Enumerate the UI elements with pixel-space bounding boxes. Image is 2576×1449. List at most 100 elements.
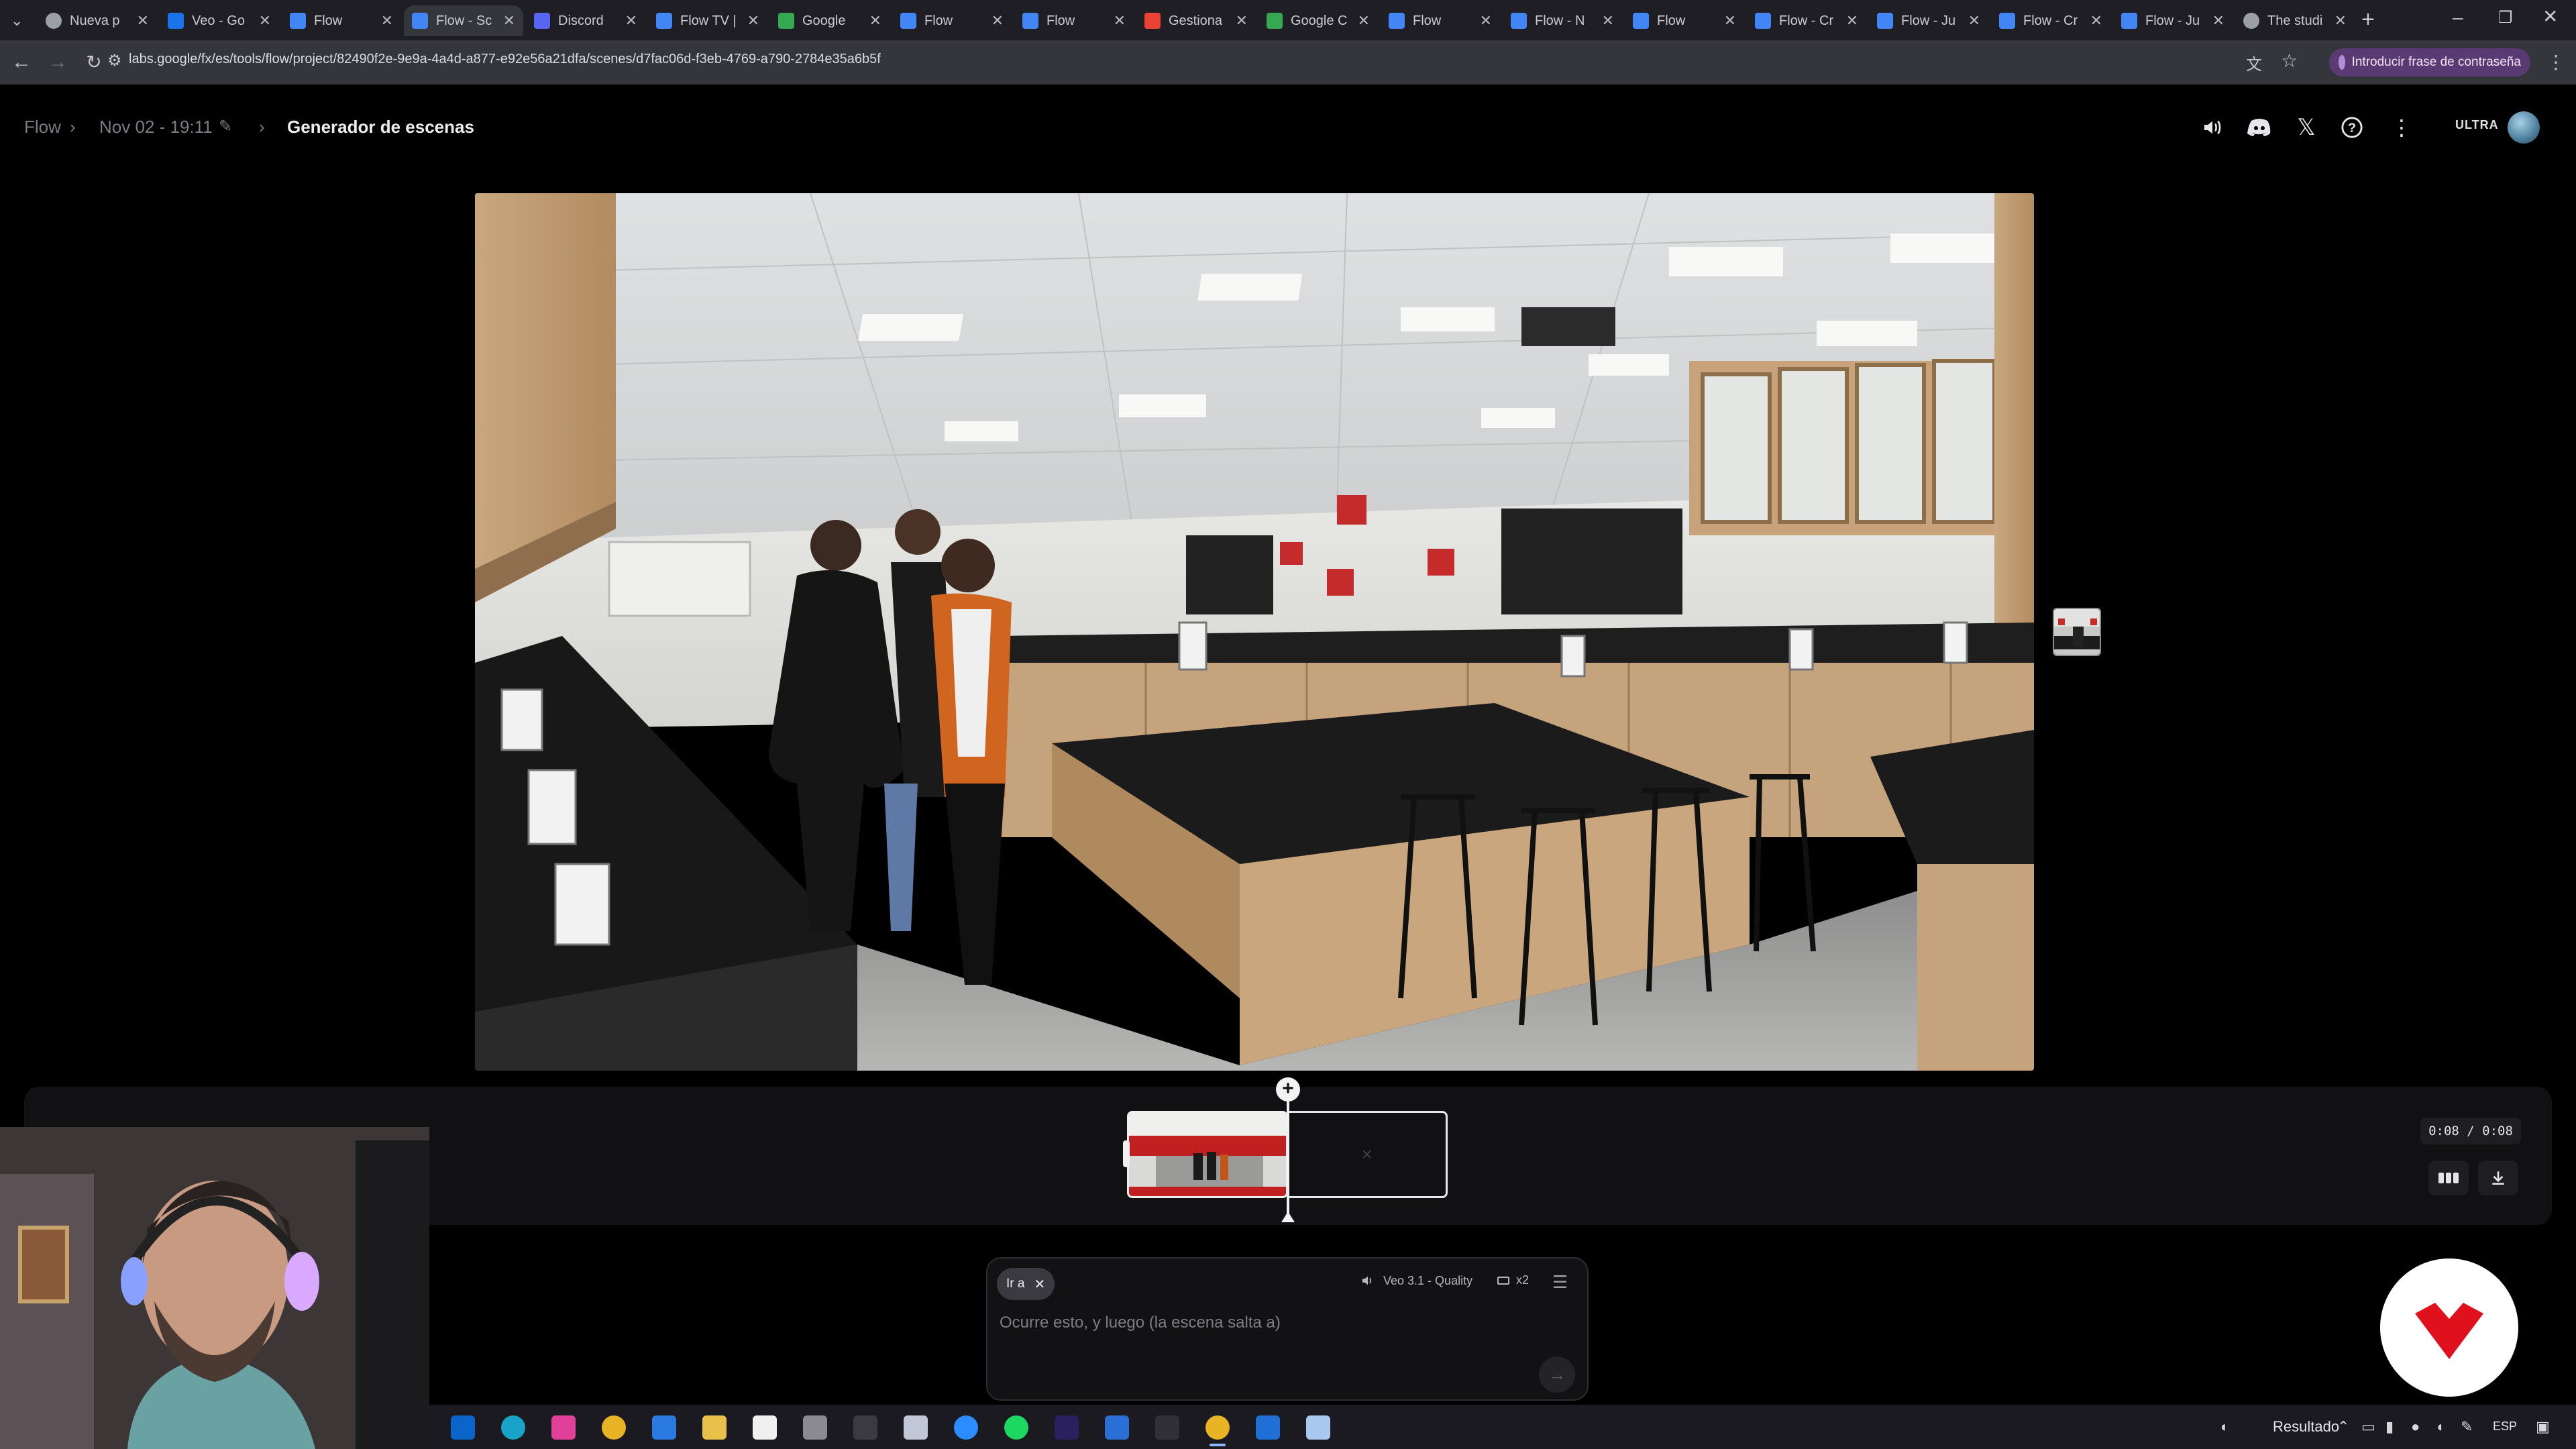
tab-close-icon[interactable]: ✕ bbox=[137, 12, 149, 30]
new-tab-button[interactable]: + bbox=[2361, 7, 2375, 33]
edit-pencil-icon[interactable]: ✎ bbox=[219, 117, 232, 136]
file-explorer-icon[interactable] bbox=[702, 1415, 727, 1440]
settings-sliders-icon[interactable]: ☰ bbox=[1552, 1272, 1568, 1293]
app-icon[interactable] bbox=[803, 1415, 827, 1440]
browser-tab[interactable]: Flow ✕ bbox=[1625, 5, 1744, 36]
browser-tab[interactable]: Flow - Cr ✕ bbox=[1747, 5, 1866, 36]
browser-tab[interactable]: Flow - Cr ✕ bbox=[1991, 5, 2110, 36]
tab-close-icon[interactable]: ✕ bbox=[1480, 12, 1492, 30]
window-minimize-icon[interactable]: – bbox=[2453, 7, 2463, 28]
browser-tab[interactable]: Flow ✕ bbox=[892, 5, 1012, 36]
browser-tab[interactable]: Flow ✕ bbox=[282, 5, 401, 36]
model-selector[interactable]: Veo 3.1 - Quality bbox=[1360, 1273, 1472, 1288]
tab-close-icon[interactable]: ✕ bbox=[1968, 12, 1980, 30]
outlook-icon[interactable] bbox=[451, 1415, 475, 1440]
send-button[interactable]: → bbox=[1539, 1356, 1575, 1393]
playhead-marker[interactable] bbox=[1281, 1212, 1295, 1222]
speaker-icon[interactable]: ◖ bbox=[2435, 1418, 2444, 1436]
battery-icon[interactable]: ▮ bbox=[2385, 1418, 2394, 1436]
zoom-icon[interactable] bbox=[954, 1415, 978, 1440]
timeline-empty-clip[interactable]: × bbox=[1288, 1111, 1448, 1198]
browser-tab[interactable]: Google C ✕ bbox=[1258, 5, 1378, 36]
browser-tab[interactable]: Google ✕ bbox=[770, 5, 890, 36]
tab-close-icon[interactable]: ✕ bbox=[1358, 12, 1370, 30]
chrome-icon[interactable] bbox=[1205, 1415, 1230, 1446]
browser-tab[interactable]: Flow ✕ bbox=[1014, 5, 1134, 36]
scene-thumbnail[interactable] bbox=[2053, 608, 2101, 656]
download-icon[interactable] bbox=[2478, 1161, 2518, 1195]
browser-tab[interactable]: Flow ✕ bbox=[1381, 5, 1500, 36]
site-settings-icon[interactable]: ⚙ bbox=[107, 51, 122, 70]
tab-close-icon[interactable]: ✕ bbox=[2212, 12, 2224, 30]
notifications-icon[interactable]: ▣ bbox=[2536, 1418, 2550, 1436]
microphone-icon[interactable]: ● bbox=[2411, 1418, 2420, 1436]
pen-icon[interactable]: ✎ bbox=[2461, 1418, 2473, 1436]
layout-grid-icon[interactable] bbox=[2428, 1161, 2469, 1195]
browser-tab[interactable]: Discord ✕ bbox=[526, 5, 645, 36]
help-icon[interactable]: ? bbox=[2337, 113, 2367, 142]
photoshop-icon[interactable] bbox=[1256, 1415, 1280, 1440]
window-restore-icon[interactable]: ❐ bbox=[2498, 8, 2513, 28]
tab-close-icon[interactable]: ✕ bbox=[2334, 12, 2347, 30]
browser-tab[interactable]: Flow - Sc ✕ bbox=[404, 5, 523, 36]
window-close-icon[interactable]: ✕ bbox=[2542, 5, 2558, 28]
back-icon[interactable]: ← bbox=[8, 52, 35, 72]
browser-tab[interactable]: The studi ✕ bbox=[2235, 5, 2355, 36]
tab-close-icon[interactable]: ✕ bbox=[991, 12, 1004, 30]
tab-close-icon[interactable]: ✕ bbox=[1602, 12, 1614, 30]
prompt-input[interactable] bbox=[1000, 1313, 1563, 1332]
store-icon[interactable] bbox=[652, 1415, 676, 1440]
app-icon[interactable] bbox=[904, 1415, 928, 1440]
tab-close-icon[interactable]: ✕ bbox=[1236, 12, 1248, 30]
scene-preview-image[interactable] bbox=[475, 193, 2034, 1071]
close-icon[interactable]: ✕ bbox=[1034, 1276, 1045, 1293]
browser-tab[interactable]: Flow TV | ✕ bbox=[648, 5, 767, 36]
chevron-up-icon[interactable]: ⌃ bbox=[2337, 1418, 2349, 1436]
browser-tab[interactable]: Flow - Ju ✕ bbox=[2113, 5, 2233, 36]
url-field[interactable]: labs.google/fx/es/tools/flow/project/824… bbox=[129, 52, 881, 67]
breadcrumb-root[interactable]: Flow bbox=[24, 117, 61, 138]
browser-tab[interactable]: Flow - N ✕ bbox=[1503, 5, 1622, 36]
copilot-icon[interactable]: ◐ bbox=[2220, 1418, 2229, 1436]
app-icon[interactable] bbox=[1306, 1415, 1330, 1440]
chrome-icon[interactable] bbox=[602, 1415, 626, 1440]
volume-icon[interactable] bbox=[2198, 113, 2227, 142]
more-menu-icon[interactable]: ⋮ bbox=[2387, 113, 2416, 142]
tray-result-label[interactable]: Resultado bbox=[2273, 1418, 2339, 1436]
spotify-icon[interactable] bbox=[1004, 1415, 1028, 1440]
browser-tab[interactable]: Nueva p ✕ bbox=[38, 5, 157, 36]
tab-close-icon[interactable]: ✕ bbox=[1114, 12, 1126, 30]
tab-close-icon[interactable]: ✕ bbox=[503, 12, 515, 30]
tab-close-icon[interactable]: ✕ bbox=[1724, 12, 1736, 30]
premiere-icon[interactable] bbox=[1055, 1415, 1079, 1440]
tab-close-icon[interactable]: ✕ bbox=[2090, 12, 2102, 30]
tab-close-icon[interactable]: ✕ bbox=[259, 12, 271, 30]
timeline-clip[interactable] bbox=[1127, 1111, 1288, 1198]
clip-trim-handle-left[interactable] bbox=[1123, 1140, 1130, 1167]
password-phrase-chip[interactable]: Introducir frase de contraseña bbox=[2329, 48, 2530, 76]
x-twitter-icon[interactable]: 𝕏 bbox=[2292, 113, 2321, 142]
tab-close-icon[interactable]: ✕ bbox=[1846, 12, 1858, 30]
bookmark-star-icon[interactable]: ☆ bbox=[2281, 50, 2298, 72]
notion-icon[interactable] bbox=[753, 1415, 777, 1440]
avatar[interactable] bbox=[2508, 111, 2540, 144]
jump-to-chip[interactable]: Ir a ✕ bbox=[997, 1268, 1055, 1300]
tab-close-icon[interactable]: ✕ bbox=[747, 12, 759, 30]
tab-close-icon[interactable]: ✕ bbox=[381, 12, 393, 30]
add-scene-button[interactable]: + bbox=[1276, 1077, 1300, 1102]
word-icon[interactable] bbox=[1105, 1415, 1129, 1440]
app-icon[interactable] bbox=[551, 1415, 576, 1440]
browser-menu-icon[interactable]: ⋮ bbox=[2546, 51, 2565, 73]
browser-tab[interactable]: Veo - Go ✕ bbox=[160, 5, 279, 36]
browser-tab[interactable]: Flow - Ju ✕ bbox=[1869, 5, 1988, 36]
language-indicator[interactable]: ESP bbox=[2493, 1419, 2517, 1434]
reload-icon[interactable]: ↻ bbox=[80, 52, 107, 72]
tab-close-icon[interactable]: ✕ bbox=[869, 12, 881, 30]
forward-icon[interactable]: → bbox=[44, 52, 71, 72]
obs-icon[interactable] bbox=[1155, 1415, 1179, 1440]
tab-close-icon[interactable]: ✕ bbox=[625, 12, 637, 30]
translate-icon[interactable]: 文 bbox=[2246, 51, 2262, 74]
output-count-selector[interactable]: x2 bbox=[1497, 1273, 1529, 1287]
edge-icon[interactable] bbox=[501, 1415, 525, 1440]
browser-tab[interactable]: Gestiona ✕ bbox=[1136, 5, 1256, 36]
